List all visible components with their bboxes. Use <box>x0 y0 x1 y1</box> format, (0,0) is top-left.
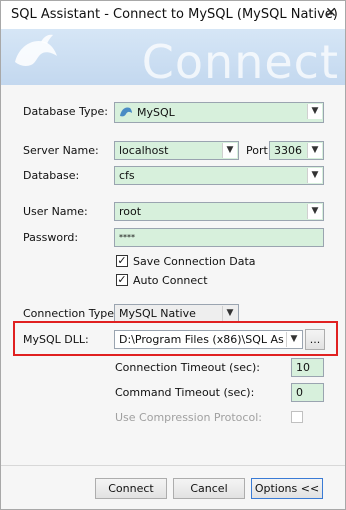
port-label: Port: <box>246 144 272 157</box>
server-name-combo[interactable]: localhost ▼ <box>114 141 239 160</box>
user-name-label: User Name: <box>23 205 88 218</box>
user-name-combo[interactable]: root ▼ <box>114 202 324 221</box>
compression-checkbox[interactable] <box>291 411 303 423</box>
chevron-down-icon[interactable]: ▼ <box>286 332 301 347</box>
window-title: SQL Assistant - Connect to MySQL (MySQL … <box>11 7 338 22</box>
database-type-select[interactable]: MySQL ▼ <box>114 102 324 123</box>
options-button[interactable]: Options << <box>251 478 323 499</box>
connection-timeout-label: Connection Timeout (sec): <box>115 361 261 374</box>
command-timeout-field[interactable]: 0 <box>291 383 324 402</box>
connect-dialog: SQL Assistant - Connect to MySQL (MySQL … <box>0 0 346 510</box>
footer-separator <box>1 465 345 466</box>
auto-connect-checkbox[interactable]: ✓ <box>116 274 128 286</box>
mysql-icon <box>120 107 132 117</box>
mysql-dll-combo[interactable]: D:\Program Files (x86)\SQL Assistant ▼ <box>114 330 303 349</box>
server-name-label: Server Name: <box>23 144 99 157</box>
chevron-down-icon[interactable]: ▼ <box>222 143 237 158</box>
chevron-down-icon[interactable]: ▼ <box>222 306 237 321</box>
port-value: 3306 <box>274 144 302 157</box>
password-field[interactable]: **** <box>114 228 324 247</box>
close-button[interactable]: ✕ <box>321 3 341 23</box>
database-combo[interactable]: cfs ▼ <box>114 166 324 185</box>
server-name-value: localhost <box>119 144 169 157</box>
banner-title: Connect <box>141 35 339 85</box>
browse-button[interactable]: ... <box>305 329 325 350</box>
chevron-down-icon[interactable]: ▼ <box>307 104 322 119</box>
chevron-down-icon[interactable]: ▼ <box>307 168 322 183</box>
database-type-label: Database Type: <box>23 105 108 118</box>
mysql-dll-label: MySQL DLL: <box>23 333 89 346</box>
password-label: Password: <box>23 231 79 244</box>
password-value: **** <box>119 233 135 242</box>
auto-connect-label: Auto Connect <box>133 274 208 287</box>
database-label: Database: <box>23 169 80 182</box>
title-bar: SQL Assistant - Connect to MySQL (MySQL … <box>1 1 345 29</box>
database-value: cfs <box>119 169 135 182</box>
connection-timeout-field[interactable]: 10 <box>291 358 324 377</box>
connect-button[interactable]: Connect <box>95 478 167 499</box>
save-connection-label: Save Connection Data <box>133 255 256 268</box>
cancel-button[interactable]: Cancel <box>173 478 245 499</box>
database-type-value: MySQL <box>137 106 175 119</box>
save-connection-checkbox[interactable]: ✓ <box>116 255 128 267</box>
chevron-down-icon[interactable]: ▼ <box>307 204 322 219</box>
compression-label: Use Compression Protocol: <box>115 411 262 424</box>
user-name-value: root <box>119 205 142 218</box>
command-timeout-label: Command Timeout (sec): <box>115 386 255 399</box>
mysql-dolphin-icon <box>15 34 57 66</box>
chevron-down-icon[interactable]: ▼ <box>307 143 322 158</box>
connection-type-label: Connection Type: <box>23 307 118 320</box>
connect-banner: Connect <box>1 29 345 85</box>
port-combo[interactable]: 3306 ▼ <box>269 141 324 160</box>
mysql-dll-value: D:\Program Files (x86)\SQL Assistant <box>119 333 284 346</box>
command-timeout-value: 0 <box>296 386 303 399</box>
connection-timeout-value: 10 <box>296 361 310 374</box>
connection-type-value: MySQL Native <box>119 307 196 320</box>
